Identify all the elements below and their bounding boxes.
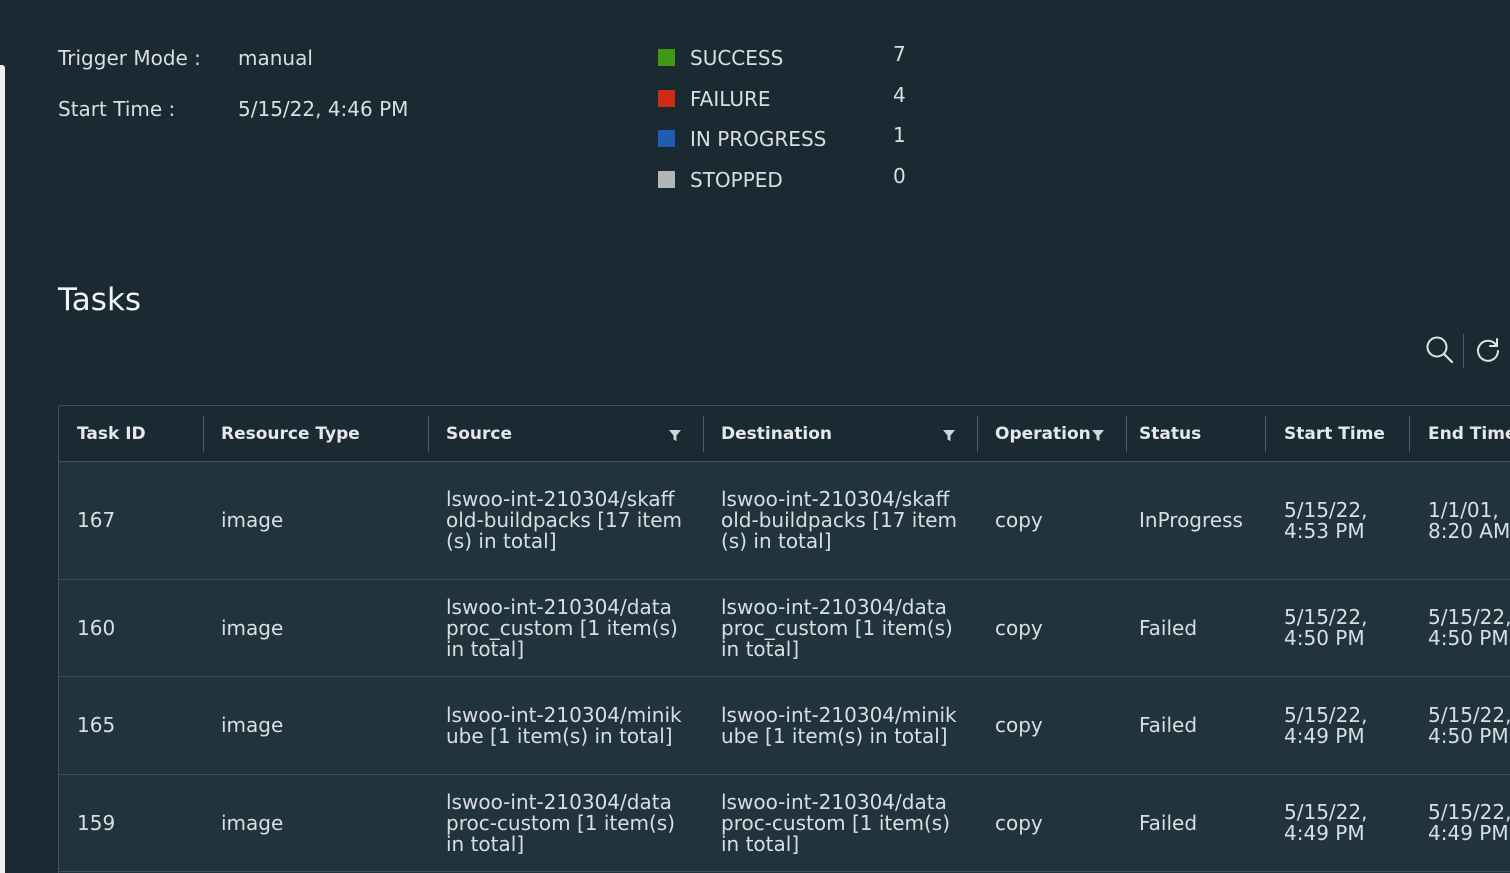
status-cell: Failed: [1139, 615, 1198, 640]
start-time-value: 5/15/22, 4:46 PM: [238, 97, 409, 121]
task-id-cell: 160: [77, 615, 116, 640]
column-header-destination[interactable]: Destination: [703, 406, 933, 461]
destination-cell: lswoo-int-210304/dataproc_custom [1 item…: [721, 594, 953, 661]
table-row[interactable]: 159 image lswoo-int-210304/dataproc-cust…: [59, 775, 1510, 872]
column-header-status[interactable]: Status: [1121, 406, 1265, 461]
legend-count: 4: [893, 83, 906, 107]
column-header-resource-type[interactable]: Resource Type: [203, 406, 428, 461]
column-header-operation[interactable]: Operation: [977, 406, 1091, 461]
resource-type-cell: image: [221, 713, 284, 737]
operation-cell: copy: [995, 810, 1043, 835]
column-header-source[interactable]: Source: [428, 406, 658, 461]
source-filter-icon[interactable]: [668, 429, 682, 443]
source-cell: lswoo-int-210304/minikube [1 item(s) in …: [446, 702, 682, 748]
search-button[interactable]: [1422, 332, 1458, 368]
table-header: Task ID Resource Type Source Destination…: [59, 406, 1510, 462]
start-time-label: Start Time :: [58, 97, 176, 121]
trigger-mode-label: Trigger Mode :: [58, 46, 201, 70]
search-icon: [1426, 336, 1454, 364]
legend-count: 7: [893, 42, 906, 66]
end-time-cell: 5/15/22, 4:50 PM: [1428, 702, 1510, 748]
tasks-title: Tasks: [58, 282, 142, 318]
end-time-cell: 5/15/22, 4:49 PM: [1428, 800, 1510, 845]
operation-filter-icon[interactable]: [1091, 429, 1105, 443]
legend-label: FAILURE: [690, 87, 771, 111]
start-time-cell: 5/15/22, 4:53 PM: [1284, 497, 1368, 543]
status-cell: Failed: [1139, 713, 1198, 737]
tasks-toolbar: [1417, 332, 1510, 372]
refresh-icon: [1477, 338, 1499, 362]
task-id-cell: 165: [77, 713, 116, 737]
legend-label: STOPPED: [690, 168, 783, 192]
trigger-mode-value: manual: [238, 46, 313, 70]
destination-filter-icon[interactable]: [942, 429, 956, 443]
legend-failure: FAILURE 4: [658, 83, 918, 111]
resource-type-cell: image: [221, 508, 284, 532]
legend-stopped: STOPPED 0: [658, 164, 918, 192]
destination-cell: lswoo-int-210304/skaffold-buildpacks [17…: [721, 487, 957, 553]
execution-detail-panel: Trigger Mode : manual Start Time : 5/15/…: [5, 0, 1510, 873]
task-id-cell: 159: [77, 810, 116, 835]
failure-swatch: [658, 90, 675, 107]
end-time-cell: 1/1/01, 8:20 AM: [1428, 497, 1510, 543]
replication-execution-page: Trigger Mode : manual Start Time : 5/15/…: [0, 0, 1510, 873]
legend-success: SUCCESS 7: [658, 42, 918, 70]
task-id-cell: 167: [77, 508, 116, 532]
table-row[interactable]: 165 image lswoo-int-210304/minikube [1 i…: [59, 677, 1510, 775]
column-header-end-time[interactable]: End Time: [1410, 406, 1510, 461]
status-cell: Failed: [1139, 810, 1198, 835]
table-row[interactable]: 160 image lswoo-int-210304/dataproc_cust…: [59, 580, 1510, 677]
start-time-cell: 5/15/22, 4:50 PM: [1284, 605, 1368, 650]
in-progress-swatch: [658, 130, 675, 147]
destination-cell: lswoo-int-210304/minikube [1 item(s) in …: [721, 702, 957, 748]
start-time-row: Start Time : 5/15/22, 4:46 PM: [58, 97, 478, 123]
refresh-button[interactable]: [1470, 332, 1506, 368]
source-cell: lswoo-int-210304/dataproc_custom [1 item…: [446, 594, 678, 661]
success-swatch: [658, 49, 675, 66]
start-time-cell: 5/15/22, 4:49 PM: [1284, 702, 1368, 748]
resource-type-cell: image: [221, 810, 284, 835]
legend-label: IN PROGRESS: [690, 127, 827, 151]
source-cell: lswoo-int-210304/skaffold-buildpacks [17…: [446, 487, 682, 553]
resource-type-cell: image: [221, 615, 284, 640]
destination-cell: lswoo-int-210304/dataproc-custom [1 item…: [721, 789, 951, 856]
legend-in-progress: IN PROGRESS 1: [658, 123, 918, 151]
column-header-task-id[interactable]: Task ID: [59, 406, 203, 461]
tasks-table: Task ID Resource Type Source Destination…: [58, 405, 1510, 873]
stopped-swatch: [658, 171, 675, 188]
trigger-mode-row: Trigger Mode : manual: [58, 46, 478, 72]
toolbar-divider: [1463, 334, 1464, 368]
operation-cell: copy: [995, 508, 1043, 532]
column-header-start-time[interactable]: Start Time: [1266, 406, 1410, 461]
end-time-cell: 5/15/22, 4:50 PM: [1428, 605, 1510, 650]
legend-count: 0: [893, 164, 906, 188]
operation-cell: copy: [995, 615, 1043, 640]
start-time-cell: 5/15/22, 4:49 PM: [1284, 800, 1368, 845]
operation-cell: copy: [995, 713, 1043, 737]
source-cell: lswoo-int-210304/dataproc-custom [1 item…: [446, 789, 676, 856]
legend-label: SUCCESS: [690, 46, 784, 70]
table-row[interactable]: 167 image lswoo-int-210304/skaffold-buil…: [59, 462, 1510, 580]
legend-count: 1: [893, 123, 906, 147]
status-cell: InProgress: [1139, 508, 1243, 532]
